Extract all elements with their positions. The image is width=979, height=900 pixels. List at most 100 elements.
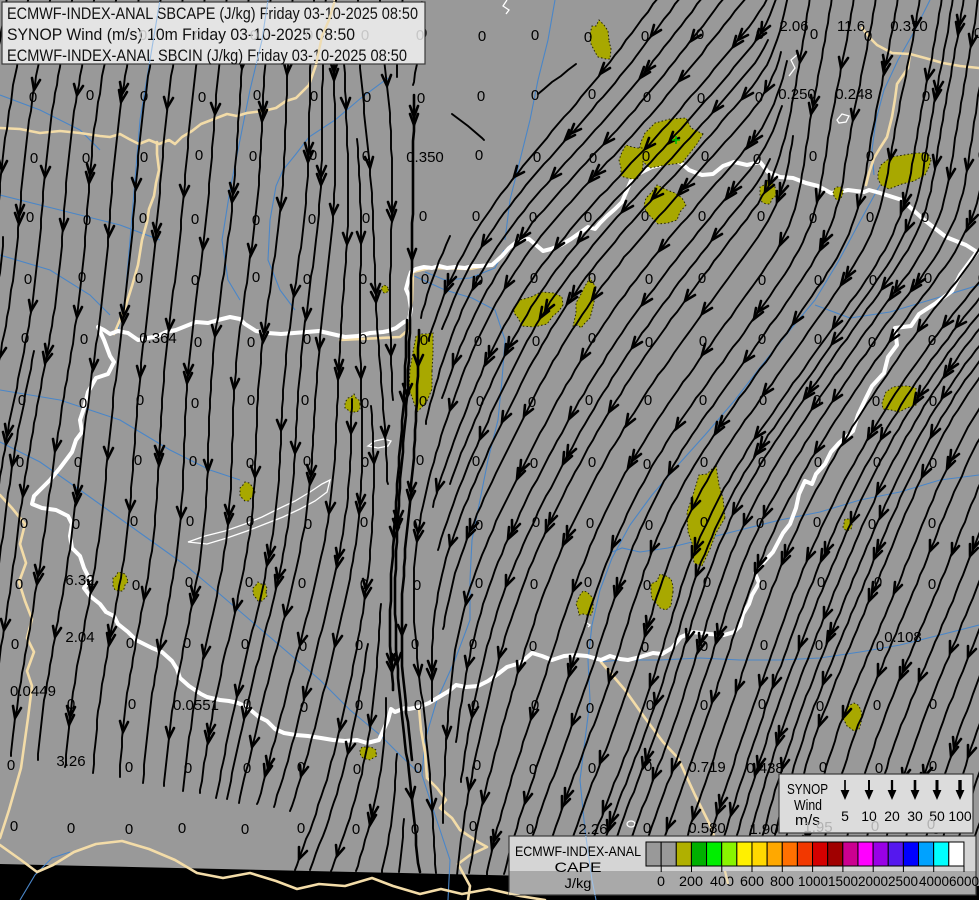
svg-text:0: 0 bbox=[643, 577, 651, 594]
svg-text:20: 20 bbox=[884, 808, 900, 824]
svg-text:0: 0 bbox=[756, 26, 764, 43]
svg-text:0: 0 bbox=[252, 212, 260, 229]
svg-text:0: 0 bbox=[588, 760, 596, 777]
svg-text:0: 0 bbox=[873, 454, 881, 471]
svg-text:0: 0 bbox=[310, 88, 318, 105]
svg-text:0: 0 bbox=[125, 759, 133, 776]
svg-text:0: 0 bbox=[756, 515, 764, 532]
svg-text:0: 0 bbox=[586, 636, 594, 653]
svg-text:0: 0 bbox=[247, 392, 255, 409]
svg-text:0: 0 bbox=[700, 697, 708, 714]
svg-text:0: 0 bbox=[359, 331, 367, 348]
svg-text:0: 0 bbox=[11, 636, 19, 653]
svg-text:0: 0 bbox=[876, 638, 884, 655]
svg-text:200: 200 bbox=[679, 873, 703, 889]
svg-text:0: 0 bbox=[416, 452, 424, 469]
svg-text:0: 0 bbox=[411, 821, 419, 838]
svg-text:0: 0 bbox=[136, 392, 144, 409]
svg-text:0: 0 bbox=[305, 27, 313, 44]
svg-text:0: 0 bbox=[759, 577, 767, 594]
svg-text:0.0449: 0.0449 bbox=[10, 683, 56, 700]
svg-text:0: 0 bbox=[699, 333, 707, 350]
svg-text:0.364: 0.364 bbox=[139, 330, 177, 347]
svg-text:400: 400 bbox=[710, 873, 734, 889]
svg-text:0: 0 bbox=[309, 147, 317, 164]
svg-text:0: 0 bbox=[249, 148, 257, 165]
svg-text:0: 0 bbox=[657, 873, 665, 889]
svg-text:0: 0 bbox=[421, 271, 429, 288]
svg-text:0: 0 bbox=[189, 453, 197, 470]
svg-text:0: 0 bbox=[928, 332, 936, 349]
svg-text:0: 0 bbox=[757, 208, 765, 225]
svg-text:0: 0 bbox=[184, 760, 192, 777]
svg-text:0.248: 0.248 bbox=[835, 86, 873, 103]
svg-text:0: 0 bbox=[24, 271, 32, 288]
svg-text:0: 0 bbox=[529, 209, 537, 226]
svg-text:0: 0 bbox=[363, 89, 371, 106]
svg-text:1.95: 1.95 bbox=[803, 819, 832, 836]
svg-text:0: 0 bbox=[588, 454, 596, 471]
svg-text:4000: 4000 bbox=[919, 873, 949, 889]
svg-text:11.6: 11.6 bbox=[837, 18, 865, 35]
svg-text:0: 0 bbox=[413, 577, 421, 594]
svg-text:0: 0 bbox=[758, 272, 766, 289]
svg-text:0: 0 bbox=[82, 150, 90, 167]
svg-text:0: 0 bbox=[753, 151, 761, 168]
svg-text:0: 0 bbox=[643, 89, 651, 106]
svg-text:0: 0 bbox=[243, 760, 251, 777]
svg-text:0: 0 bbox=[301, 392, 309, 409]
svg-text:0: 0 bbox=[866, 209, 874, 226]
svg-text:0: 0 bbox=[252, 269, 260, 286]
svg-text:0: 0 bbox=[303, 453, 311, 470]
svg-text:0: 0 bbox=[530, 455, 538, 472]
svg-text:0: 0 bbox=[360, 514, 368, 531]
svg-text:0.0551: 0.0551 bbox=[173, 697, 219, 714]
svg-text:0: 0 bbox=[185, 574, 193, 591]
svg-text:0: 0 bbox=[758, 331, 766, 348]
svg-text:0: 0 bbox=[529, 638, 537, 655]
svg-text:3.26: 3.26 bbox=[56, 753, 85, 770]
svg-text:0: 0 bbox=[247, 334, 255, 351]
svg-text:0: 0 bbox=[198, 89, 206, 106]
svg-text:0: 0 bbox=[644, 758, 652, 775]
svg-text:0: 0 bbox=[864, 28, 872, 45]
svg-text:0: 0 bbox=[588, 86, 596, 103]
svg-text:0: 0 bbox=[584, 209, 592, 226]
svg-text:0: 0 bbox=[873, 697, 881, 714]
svg-text:6.32: 6.32 bbox=[65, 572, 94, 589]
svg-text:0: 0 bbox=[929, 393, 937, 410]
svg-text:30: 30 bbox=[907, 808, 923, 824]
svg-text:ECMWF-INDEX-ANAL: ECMWF-INDEX-ANAL bbox=[515, 843, 641, 859]
svg-text:0: 0 bbox=[815, 637, 823, 654]
svg-text:0: 0 bbox=[809, 210, 817, 227]
svg-text:0: 0 bbox=[478, 28, 486, 45]
svg-text:0: 0 bbox=[67, 696, 75, 713]
svg-text:0.438: 0.438 bbox=[746, 760, 784, 777]
svg-text:0: 0 bbox=[529, 761, 537, 778]
svg-text:0: 0 bbox=[420, 332, 428, 349]
svg-text:0: 0 bbox=[298, 575, 306, 592]
svg-text:0: 0 bbox=[353, 761, 361, 778]
svg-text:0: 0 bbox=[245, 574, 253, 591]
svg-text:0: 0 bbox=[253, 87, 261, 104]
svg-text:0: 0 bbox=[589, 150, 597, 167]
svg-text:0: 0 bbox=[531, 27, 539, 44]
svg-text:0: 0 bbox=[243, 696, 251, 713]
svg-text:0: 0 bbox=[183, 635, 191, 652]
svg-text:0: 0 bbox=[241, 636, 249, 653]
svg-text:0.580: 0.580 bbox=[688, 820, 726, 837]
svg-text:0: 0 bbox=[532, 514, 540, 531]
svg-text:0: 0 bbox=[414, 760, 422, 777]
svg-text:0: 0 bbox=[586, 515, 594, 532]
svg-text:0: 0 bbox=[929, 455, 937, 472]
svg-text:0: 0 bbox=[16, 454, 24, 471]
svg-text:0.350: 0.350 bbox=[406, 149, 444, 166]
svg-text:0: 0 bbox=[698, 270, 706, 287]
svg-text:0: 0 bbox=[810, 26, 818, 43]
svg-text:0: 0 bbox=[130, 513, 138, 530]
svg-text:0: 0 bbox=[700, 638, 708, 655]
svg-text:0: 0 bbox=[18, 392, 26, 409]
svg-text:2500: 2500 bbox=[888, 873, 918, 889]
svg-text:0: 0 bbox=[414, 697, 422, 714]
svg-text:0: 0 bbox=[475, 575, 483, 592]
